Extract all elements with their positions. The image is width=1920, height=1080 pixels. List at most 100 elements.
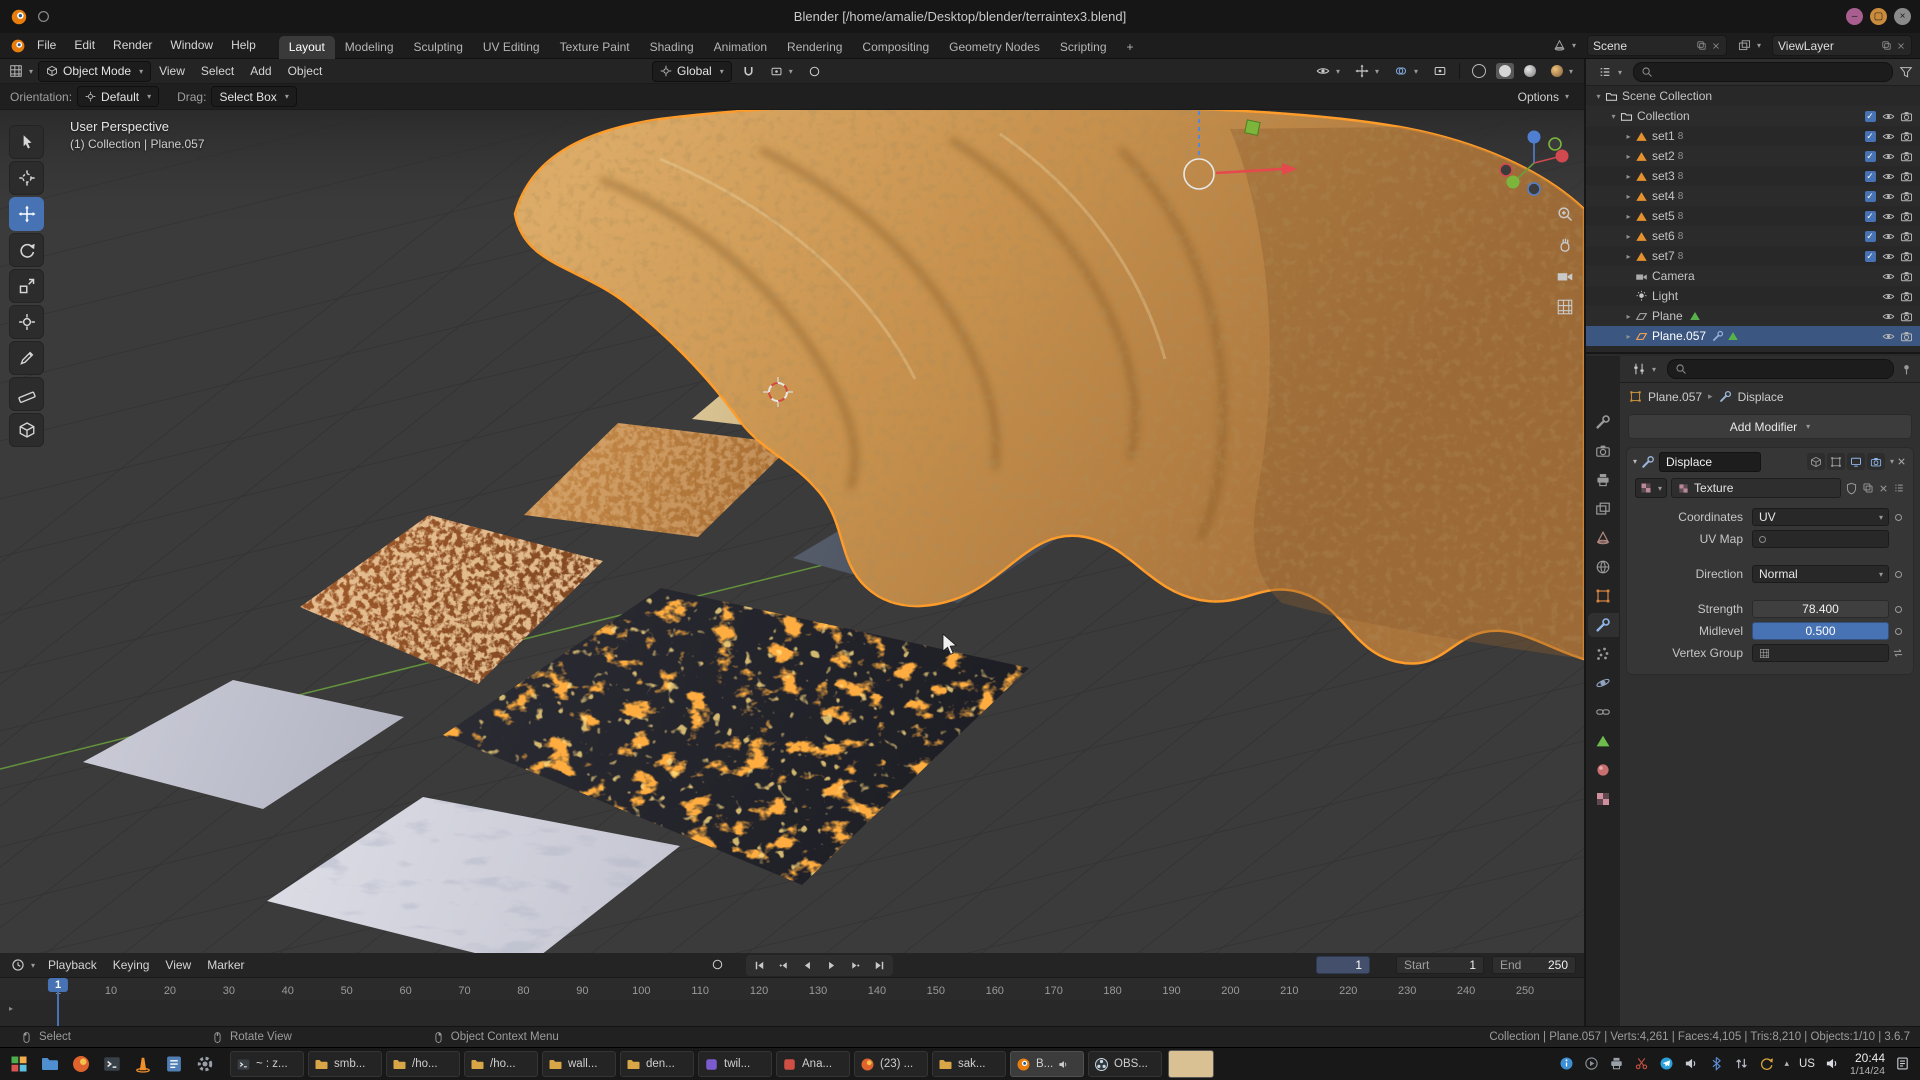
maximize-button[interactable]: ▢ [1870,8,1887,25]
disable-render-toggle[interactable] [1897,110,1915,123]
uv-map-field[interactable] [1752,530,1889,548]
launcher-file-manager[interactable] [37,1051,63,1077]
minimize-button[interactable]: – [1846,8,1863,25]
show-texture-icon[interactable] [1893,482,1905,494]
menu-edit[interactable]: Edit [65,33,104,58]
snap-toggle[interactable] [737,63,760,80]
tab-uv-editing[interactable]: UV Editing [473,36,550,59]
breadcrumb-object[interactable]: Plane.057 [1648,390,1702,404]
tray-info-icon[interactable] [1559,1056,1574,1071]
nav-x-negative[interactable] [1500,164,1512,176]
filter-icon[interactable] [1899,65,1913,79]
viewlayer-browse-button[interactable]: ▾ [1733,37,1766,54]
hide-viewport-toggle[interactable] [1879,330,1897,343]
tab-texture-paint[interactable]: Texture Paint [550,36,640,59]
tab-scripting[interactable]: Scripting [1050,36,1117,59]
disable-render-toggle[interactable] [1897,130,1915,143]
exclude-checkbox[interactable]: ✓ [1861,150,1879,163]
current-frame-field[interactable]: 1 [1316,956,1370,974]
animate-decorator[interactable] [1889,571,1907,578]
menu-help[interactable]: Help [222,33,265,58]
exclude-checkbox[interactable]: ✓ [1861,190,1879,203]
properties-tab-particles[interactable] [1588,642,1619,666]
disable-render-toggle[interactable] [1897,190,1915,203]
nav-z-negative[interactable] [1528,183,1540,195]
object-visibility-dropdown[interactable]: ▾ [1311,62,1345,80]
vertex-group-field[interactable] [1752,644,1889,662]
tab-compositing[interactable]: Compositing [852,36,939,59]
task-button-6[interactable]: twil... [698,1051,772,1077]
tray-screenshot-tool-icon[interactable] [1634,1056,1649,1071]
hide-viewport-toggle[interactable] [1879,150,1897,163]
nav-y-positive[interactable] [1507,176,1520,189]
properties-tab-texture[interactable] [1588,787,1619,811]
copy-texture-icon[interactable] [1862,482,1874,494]
panel-expand-icon[interactable]: ▾ [1633,457,1637,466]
disclosure-icon[interactable]: ▸ [1622,152,1635,161]
properties-tab-material[interactable] [1588,758,1619,782]
next-key-button[interactable] [844,956,867,975]
midlevel-slider[interactable]: 0.500 [1752,622,1889,640]
tab-animation[interactable]: Animation [704,36,777,59]
show-render-toggle[interactable] [1867,453,1885,470]
nav-x-positive[interactable] [1556,150,1569,163]
tool-annotate[interactable] [9,341,44,375]
breadcrumb-modifier[interactable]: Displace [1738,390,1784,404]
outliner-row-plane-057[interactable]: ▸ Plane.057 [1586,326,1920,346]
animate-decorator[interactable] [1889,606,1907,613]
launcher-terminal[interactable] [99,1051,125,1077]
exclude-checkbox[interactable]: ✓ [1861,230,1879,243]
texture-browse-button[interactable]: ▾ [1635,478,1667,498]
tab-shading[interactable]: Shading [640,36,704,59]
tool-measure[interactable] [9,377,44,411]
timeline-menu-playback[interactable]: Playback [40,953,105,977]
shading-rendered[interactable]: ▾ [1546,63,1578,79]
tab-geometry-nodes[interactable]: Geometry Nodes [939,36,1050,59]
task-button-5[interactable]: den... [620,1051,694,1077]
outliner-row-plane[interactable]: ▸ Plane [1586,306,1920,326]
disclosure-icon[interactable]: ▸ [1622,332,1635,341]
nav-z-positive[interactable] [1528,131,1541,144]
strength-number-field[interactable]: 78.400 [1752,600,1889,618]
show-viewport-toggle[interactable] [1847,453,1865,470]
timeline-editor-type-button[interactable]: ▾ [6,956,40,974]
direction-dropdown[interactable]: Normal▾ [1752,565,1889,583]
tray-bluetooth-icon[interactable] [1709,1056,1724,1071]
disclosure-icon[interactable]: ▾ [1607,112,1620,121]
invert-vertex-group-icon[interactable] [1889,647,1907,659]
clock[interactable]: 20:44 1/14/24 [1850,1051,1885,1078]
exclude-checkbox[interactable]: ✓ [1861,110,1879,123]
add-workspace-button[interactable]: + [1117,36,1144,59]
properties-tab-physics[interactable] [1588,671,1619,695]
menu-render[interactable]: Render [104,33,161,58]
tool-tweak-select[interactable] [9,125,44,159]
launcher-text-editor[interactable] [161,1051,187,1077]
viewlayer-selector[interactable]: ViewLayer [1772,35,1912,56]
3d-viewport[interactable]: ▾ Object Mode▾ ViewSelectAddObject Globa… [0,59,1586,953]
scene-browse-button[interactable]: ▾ [1548,37,1581,54]
task-button-2[interactable]: /ho... [386,1051,460,1077]
task-button-4[interactable]: wall... [542,1051,616,1077]
properties-tab-constraints[interactable] [1588,700,1619,724]
prev-key-button[interactable] [772,956,795,975]
modifier-extras-dropdown[interactable]: ▾ [1890,457,1894,466]
task-button-10[interactable]: B... [1010,1051,1084,1077]
exclude-checkbox[interactable]: ✓ [1861,250,1879,263]
close-button[interactable]: × [1894,8,1911,25]
disclosure-icon[interactable]: ▸ [1622,192,1635,201]
tray-telegram-icon[interactable] [1659,1056,1674,1071]
outliner-row-set1[interactable]: ▸ set1 8 ✓ [1586,126,1920,146]
disable-render-toggle[interactable] [1897,230,1915,243]
orientation-setting-dropdown[interactable]: Default▾ [77,86,159,107]
viewport-menu-select[interactable]: Select [193,59,242,83]
delete-viewlayer-icon[interactable] [1896,41,1906,51]
task-button-0[interactable]: ~ : z... [230,1051,304,1077]
disclosure-icon[interactable]: ▸ [1622,312,1635,321]
tool-rotate[interactable] [9,233,44,267]
playhead-frame-badge[interactable]: 1 [48,978,68,992]
properties-editor-type-button[interactable]: ▾ [1627,360,1661,378]
shading-material[interactable] [1519,63,1541,79]
properties-tab-object[interactable] [1588,584,1619,608]
disclosure-icon[interactable]: ▸ [1622,172,1635,181]
new-scene-icon[interactable] [1696,40,1707,51]
